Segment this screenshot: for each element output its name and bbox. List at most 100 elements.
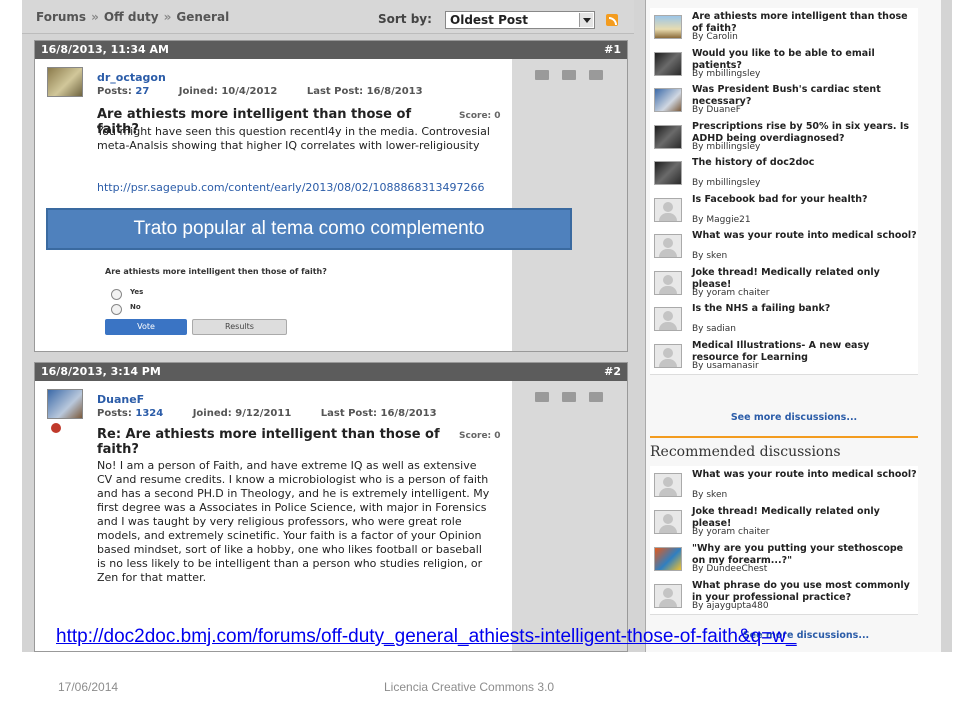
discussion-item[interactable]: Prescriptions rise by 50% in six years. … — [650, 117, 918, 156]
avatar[interactable] — [654, 473, 682, 497]
avatar[interactable] — [47, 67, 83, 97]
discussions-panel: Are athiests more intelligent than those… — [645, 0, 941, 652]
breadcrumb-off-duty[interactable]: Off duty — [104, 10, 159, 24]
avatar[interactable] — [654, 161, 682, 185]
recommended-heading: Recommended discussions — [650, 436, 918, 460]
avatar[interactable] — [654, 197, 682, 222]
link-icon[interactable] — [589, 70, 603, 80]
post-body: You might have seen this question recent… — [97, 125, 490, 152]
discussion-item[interactable]: What phrase do you use most commonly in … — [650, 577, 918, 615]
post-number[interactable]: #2 — [604, 365, 621, 378]
avatar[interactable] — [654, 124, 682, 149]
discussion-title[interactable]: Is Facebook bad for your health? — [692, 194, 918, 206]
avatar[interactable] — [654, 51, 682, 76]
discussion-item[interactable]: What was your route into medical school?… — [650, 466, 918, 504]
post-date: 16/8/2013, 11:34 AM — [41, 43, 169, 56]
post-number[interactable]: #1 — [604, 43, 621, 56]
discussion-item[interactable]: Joke thread! Medically related only plea… — [650, 263, 918, 302]
discussion-item[interactable]: The history of doc2doc By mbillingsley — [650, 154, 918, 192]
avatar[interactable] — [654, 343, 682, 368]
poll-option-no-radio[interactable] — [111, 304, 122, 315]
discussion-item[interactable]: Was President Bush's cardiac stent neces… — [650, 81, 918, 119]
discussion-title[interactable]: Is the NHS a failing bank? — [692, 303, 918, 315]
post-sidebar — [512, 381, 627, 651]
poll-option-yes-label: Yes — [130, 288, 144, 296]
discussion-title[interactable]: The history of doc2doc — [692, 157, 918, 169]
discussion-title[interactable]: What was your route into medical school? — [692, 469, 918, 481]
mail-icon[interactable] — [535, 392, 549, 402]
link-icon[interactable] — [589, 392, 603, 402]
avatar[interactable] — [654, 510, 682, 534]
discussion-author: By Carolin — [692, 32, 738, 42]
share-icon[interactable] — [562, 392, 576, 402]
post-link[interactable]: http://psr.sagepub.com/content/early/201… — [97, 181, 497, 195]
chevron-down-icon[interactable] — [579, 13, 593, 27]
thread-toolbar: Forums » Off duty » General Sort by: Oldest … — [22, 0, 634, 34]
poll-option-yes-radio[interactable] — [111, 289, 122, 300]
discussion-author: By yoram chaiter — [692, 527, 770, 537]
avatar[interactable] — [654, 584, 682, 608]
avatar[interactable] — [654, 234, 682, 258]
avatar[interactable] — [654, 15, 682, 39]
discussion-item[interactable]: Would you like to be able to email patie… — [650, 44, 918, 83]
results-button[interactable]: Results — [192, 319, 287, 335]
post-date: 16/8/2013, 3:14 PM — [41, 365, 161, 378]
post-body: No! I am a person of Faith, and have ext… — [97, 459, 490, 584]
last-post-date: Last Post: 16/8/2013 — [306, 86, 423, 97]
post-header: 16/8/2013, 3:14 PM #2 — [35, 363, 627, 381]
annotation-banner: Trato popular al tema como complemento — [46, 208, 572, 250]
avatar[interactable] — [654, 547, 682, 571]
posts-count[interactable]: 1324 — [135, 408, 163, 419]
avatar[interactable] — [654, 270, 682, 295]
badge-icon — [51, 423, 61, 433]
joined-date: Joined: 10/4/2012 — [178, 86, 278, 97]
posts-label: Posts: — [97, 408, 132, 419]
post-actions — [535, 392, 603, 402]
breadcrumb-forums[interactable]: Forums — [36, 10, 86, 24]
see-more-link[interactable]: See more discussions... — [646, 412, 942, 423]
sort-value: Oldest Post — [450, 13, 529, 27]
discussion-item[interactable]: Joke thread! Medically related only plea… — [650, 503, 918, 541]
discussion-author: By DuaneF — [692, 105, 741, 115]
source-link[interactable]: http://doc2doc.bmj.com/forums/off-duty_g… — [56, 624, 856, 650]
discussions-sidebar: Are athiests more intelligent than those… — [634, 0, 952, 652]
discussion-author: By mbillingsley — [692, 68, 761, 79]
vote-button[interactable]: Vote — [105, 319, 187, 335]
forum-screenshot: Forums » Off duty » General Sort by: Oldest … — [22, 0, 952, 652]
post-sidebar — [512, 59, 627, 351]
post: 16/8/2013, 11:34 AM #1 dr_octagon Posts:… — [34, 40, 628, 352]
breadcrumb: Forums » Off duty » General — [36, 10, 229, 24]
avatar[interactable] — [47, 389, 83, 419]
discussion-title[interactable]: What was your route into medical school? — [692, 230, 918, 242]
footer-license: Licencia Creative Commons 3.0 — [384, 680, 555, 694]
discussion-item[interactable]: What was your route into medical school?… — [650, 227, 918, 265]
footer-date: 17/06/2014 — [58, 680, 119, 694]
discussion-author: By sadian — [692, 324, 736, 334]
breadcrumb-general[interactable]: General — [176, 10, 229, 24]
rss-icon[interactable] — [606, 14, 618, 26]
poll-question: Are athiests more intelligent then those… — [105, 267, 327, 276]
share-icon[interactable] — [562, 70, 576, 80]
avatar[interactable] — [654, 88, 682, 112]
author-name[interactable]: dr_octagon — [97, 71, 166, 84]
score: Score: 0 — [459, 111, 501, 121]
post-header: 16/8/2013, 11:34 AM #1 — [35, 41, 627, 59]
last-post-date: Last Post: 16/8/2013 — [320, 408, 437, 419]
discussion-item[interactable]: Medical Illustrations- A new easy resour… — [650, 336, 918, 375]
author-name[interactable]: DuaneF — [97, 393, 144, 406]
discussion-author: By ajaygupta480 — [692, 601, 769, 611]
discussion-author: By usamanasir — [692, 360, 759, 371]
discussion-author: By sken — [692, 490, 728, 500]
discussion-item[interactable]: Is the NHS a failing bank? By sadian — [650, 300, 918, 338]
sort-select[interactable]: Oldest Post — [445, 11, 595, 29]
discussion-item[interactable]: Is Facebook bad for your health? By Maggi… — [650, 190, 918, 229]
author-meta: Posts: 27 Joined: 10/4/2012 Last Post: 1… — [97, 86, 423, 97]
discussion-item[interactable]: "Why are you putting your stethoscope on… — [650, 540, 918, 578]
posts-label: Posts: — [97, 86, 132, 97]
joined-date: Joined: 9/12/2011 — [192, 408, 292, 419]
discussion-author: By Maggie21 — [692, 214, 751, 225]
mail-icon[interactable] — [535, 70, 549, 80]
posts-count[interactable]: 27 — [135, 86, 149, 97]
avatar[interactable] — [654, 307, 682, 331]
discussion-item[interactable]: Are athiests more intelligent than those… — [650, 8, 918, 46]
